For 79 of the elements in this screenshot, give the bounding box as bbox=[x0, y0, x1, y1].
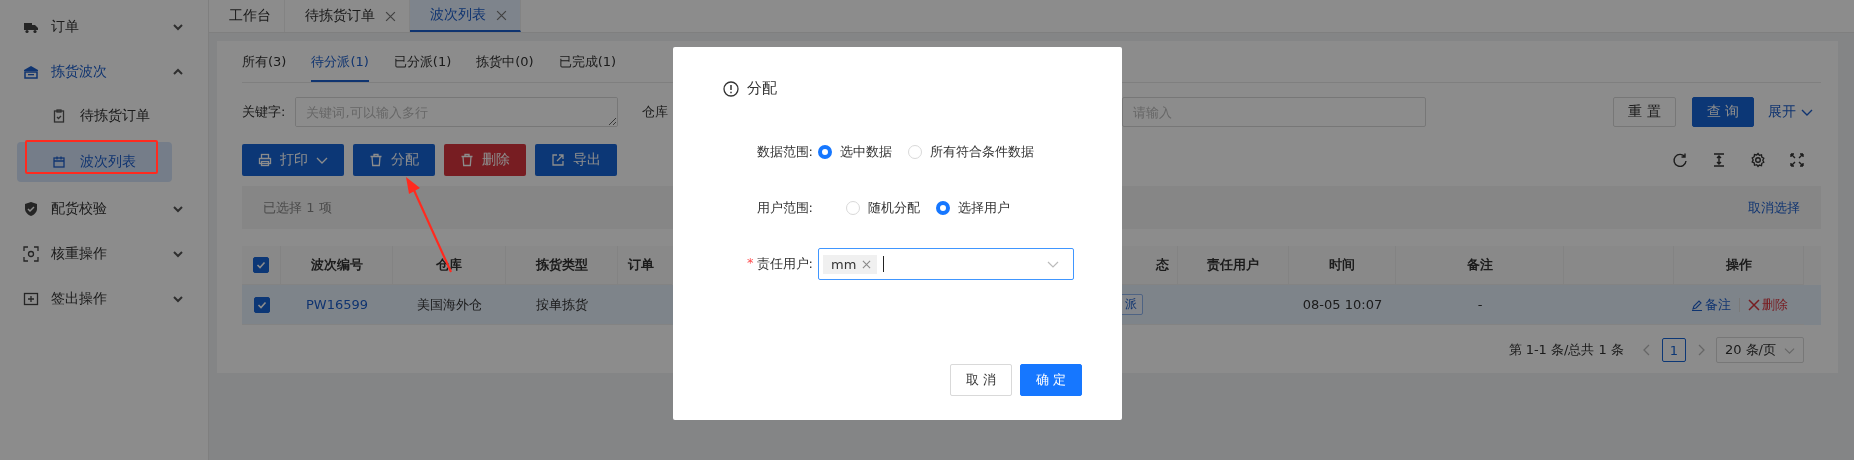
check-icon bbox=[256, 260, 266, 270]
wave-number-link[interactable]: PW16599 bbox=[305, 297, 369, 312]
sidebar-item[interactable]: 核重操作 bbox=[0, 231, 208, 276]
trash-icon bbox=[460, 153, 474, 167]
dialog-title: 分配 bbox=[747, 79, 777, 98]
form-label: 数据范围: bbox=[755, 143, 813, 161]
toolbar-button[interactable]: 删除 bbox=[444, 144, 526, 176]
sidebar-label: 签出操作 bbox=[51, 289, 108, 308]
status-tab[interactable]: 已分派(1) bbox=[393, 43, 452, 82]
check-icon bbox=[256, 299, 267, 310]
status-tab[interactable]: 已完成(1) bbox=[558, 43, 617, 82]
close-icon[interactable] bbox=[496, 9, 507, 21]
checkbox[interactable] bbox=[253, 296, 270, 313]
info-icon bbox=[723, 80, 739, 97]
clipboard-icon bbox=[52, 109, 66, 123]
sidebar-subitem[interactable]: 待拣货订单 bbox=[17, 96, 172, 136]
page-size-select[interactable]: 20 条/页 bbox=[1715, 337, 1804, 363]
user-select[interactable]: mm bbox=[818, 248, 1074, 280]
form-label: 用户范围: bbox=[755, 199, 813, 217]
page-tab[interactable]: 波次列表 bbox=[410, 0, 521, 32]
delete-link[interactable]: 删除 bbox=[1747, 295, 1788, 314]
previous-page-icon[interactable] bbox=[1641, 344, 1652, 356]
sidebar-label: 核重操作 bbox=[51, 244, 108, 263]
cancel-button[interactable]: 取 消 bbox=[949, 364, 1012, 396]
printer-icon bbox=[258, 153, 272, 167]
calendar-icon bbox=[52, 155, 66, 169]
sidebar-item[interactable]: 订单 bbox=[0, 4, 208, 49]
confirm-button[interactable]: 确 定 bbox=[1019, 364, 1082, 396]
toolbar-button[interactable]: 打印 bbox=[242, 144, 344, 176]
sidebar-label: 波次列表 bbox=[80, 153, 136, 171]
tray-icon bbox=[23, 290, 39, 307]
sidebar-label: 配货校验 bbox=[51, 199, 108, 218]
pagination-summary: 第 1-1 条/总共 1 条 bbox=[1508, 341, 1624, 359]
warehouse-label: 仓库 bbox=[642, 103, 669, 121]
reset-button[interactable]: 重 置 bbox=[1613, 97, 1676, 127]
sidebar-subitem[interactable]: 波次列表 bbox=[17, 142, 172, 182]
remark-link[interactable]: 备注 bbox=[1690, 295, 1731, 314]
keyword-label: 关键字: bbox=[242, 103, 286, 121]
table-cell: 按单拣货 bbox=[536, 295, 588, 314]
form-label: * 责任用户: bbox=[746, 255, 813, 273]
row-height-icon[interactable] bbox=[1711, 152, 1727, 168]
sidebar-label: 待拣货订单 bbox=[80, 107, 150, 125]
page-tab[interactable]: 工作台 bbox=[209, 0, 285, 32]
radio-option[interactable]: 选中数据 bbox=[818, 143, 892, 161]
sidebar-item[interactable]: 签出操作 bbox=[0, 276, 208, 321]
table-cell: 美国海外仓 bbox=[417, 295, 482, 314]
sidebar-label: 拣货波次 bbox=[51, 62, 108, 81]
page-button[interactable]: 1 bbox=[1661, 338, 1686, 362]
query-button[interactable]: 查 询 bbox=[1691, 97, 1754, 127]
trash-icon bbox=[369, 153, 383, 167]
table-cell: 08-05 10:07 bbox=[1302, 297, 1383, 312]
radio-option[interactable]: 所有符合条件数据 bbox=[908, 143, 1034, 161]
table-cell: - bbox=[1477, 297, 1483, 312]
sidebar-item[interactable]: 拣货波次 bbox=[0, 49, 208, 94]
required-mark: * bbox=[747, 255, 754, 272]
status-tab[interactable]: 拣货中(0) bbox=[476, 43, 534, 82]
fullscreen-icon[interactable] bbox=[1789, 152, 1805, 168]
scan-icon bbox=[23, 245, 39, 262]
status-tab[interactable]: 待分派(1) bbox=[311, 43, 369, 82]
sidebar-label: 订单 bbox=[51, 17, 80, 36]
radio-option[interactable]: 选择用户 bbox=[936, 199, 1010, 217]
checkbox[interactable] bbox=[253, 257, 269, 273]
shield-icon bbox=[23, 200, 39, 217]
close-icon[interactable] bbox=[862, 259, 872, 269]
cross-icon bbox=[1747, 298, 1760, 311]
toolbar-button[interactable]: 分配 bbox=[353, 144, 435, 176]
status-tab[interactable]: 所有(3) bbox=[242, 43, 287, 82]
close-icon[interactable] bbox=[385, 10, 396, 22]
pencil-icon bbox=[1690, 298, 1703, 311]
refresh-icon[interactable] bbox=[1672, 152, 1688, 168]
warehouse-icon bbox=[23, 63, 39, 80]
sidebar-item[interactable]: 配货校验 bbox=[0, 186, 208, 231]
radio-option[interactable]: 随机分配 bbox=[846, 199, 920, 217]
export-icon bbox=[551, 153, 565, 167]
expand-link[interactable]: 展开 bbox=[1768, 103, 1813, 121]
clear-selection-link[interactable]: 取消选择 bbox=[1748, 198, 1800, 217]
settings-icon[interactable] bbox=[1750, 152, 1766, 168]
user-tag: mm bbox=[823, 254, 878, 274]
toolbar-button[interactable]: 导出 bbox=[535, 144, 617, 176]
